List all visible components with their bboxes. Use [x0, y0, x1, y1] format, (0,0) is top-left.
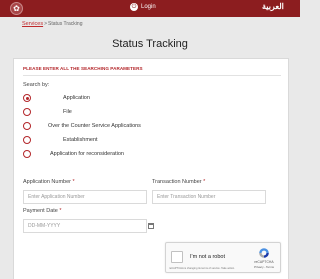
application-number-label-text: Application Number — [23, 179, 71, 185]
recaptcha-widget: I'm not a robot reCAPTCHA Privacy - Term… — [165, 242, 281, 273]
logo-icon: ✿ — [13, 3, 20, 13]
section-heading: PLEASE ENTER ALL THE SEARCHING PARAMETER… — [23, 66, 143, 71]
radio-button[interactable] — [23, 108, 31, 116]
language-switch[interactable]: العربية — [262, 2, 284, 11]
breadcrumb-services-link[interactable]: Services — [22, 21, 43, 27]
radio-option-application[interactable]: Application — [23, 93, 223, 103]
calendar-icon[interactable] — [148, 223, 154, 229]
required-mark: * — [203, 179, 206, 185]
application-number-input[interactable] — [23, 190, 147, 204]
radio-button-checked[interactable] — [23, 94, 31, 102]
page-title: Status Tracking — [112, 38, 188, 50]
recaptcha-checkbox[interactable] — [171, 251, 183, 263]
transaction-number-input[interactable] — [152, 190, 266, 204]
search-form-card: PLEASE ENTER ALL THE SEARCHING PARAMETER… — [13, 58, 289, 279]
transaction-number-label: Transaction Number * — [152, 179, 205, 185]
breadcrumb-current: Status Tracking — [48, 21, 83, 27]
search-by-label: Search by: — [23, 82, 50, 88]
recaptcha-brand: reCAPTCHA — [254, 260, 274, 264]
logo[interactable]: ✿ — [10, 2, 23, 15]
required-mark: * — [72, 179, 75, 185]
divider — [23, 75, 281, 76]
top-bar: ✿ ⏻ Login العربية — [0, 0, 300, 17]
recaptcha-logo-icon — [259, 248, 269, 258]
breadcrumb-separator: > — [44, 21, 48, 27]
radio-label: Over the Counter Service Applications — [48, 123, 141, 129]
recaptcha-privacy-terms-link[interactable]: Privacy - Terms — [246, 265, 282, 269]
payment-date-label: Payment Date * — [23, 208, 62, 214]
radio-button[interactable] — [23, 150, 31, 158]
power-icon: ⏻ — [130, 3, 138, 11]
radio-button[interactable] — [23, 122, 31, 130]
radio-label: Application — [63, 95, 90, 101]
login-button[interactable]: ⏻ Login — [130, 3, 156, 11]
radio-option-reconsideration[interactable]: Application for reconsideration — [23, 149, 223, 159]
radio-label: Establishment — [63, 137, 98, 143]
breadcrumb: Services > Status Tracking — [22, 21, 82, 27]
recaptcha-notice[interactable]: reCAPTCHA is changing its terms of servi… — [169, 267, 239, 270]
transaction-number-label-text: Transaction Number — [152, 179, 202, 185]
radio-option-over-the-counter[interactable]: Over the Counter Service Applications — [23, 121, 223, 131]
radio-option-file[interactable]: File — [23, 107, 223, 117]
required-mark: * — [59, 208, 62, 214]
radio-button[interactable] — [23, 136, 31, 144]
payment-date-input[interactable] — [23, 219, 147, 233]
radio-label: File — [63, 109, 72, 115]
radio-option-establishment[interactable]: Establishment — [23, 135, 223, 145]
payment-date-label-text: Payment Date — [23, 208, 58, 214]
application-number-label: Application Number * — [23, 179, 75, 185]
login-label: Login — [141, 4, 156, 10]
radio-label: Application for reconsideration — [50, 151, 124, 157]
recaptcha-label: I'm not a robot — [190, 254, 225, 260]
